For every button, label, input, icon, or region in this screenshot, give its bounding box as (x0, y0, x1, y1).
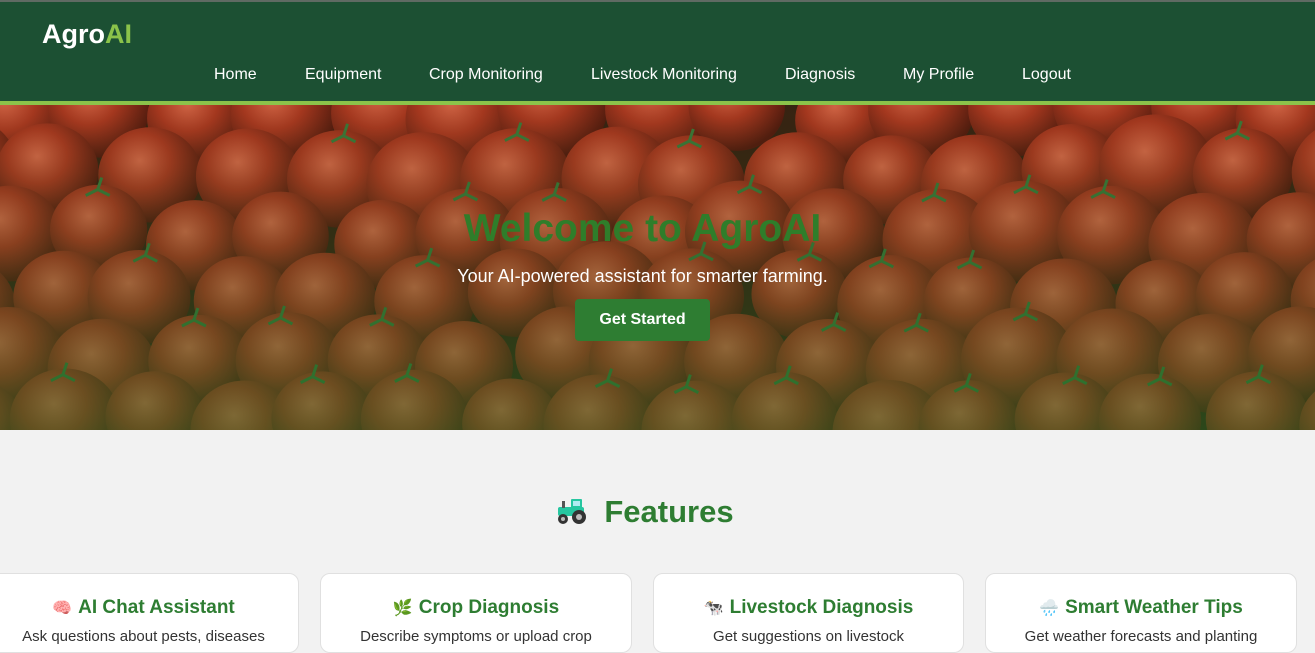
main-nav: Home Equipment Crop Monitoring Livestock… (0, 66, 1315, 88)
card-description: Get suggestions on livestock (713, 628, 904, 645)
nav-equipment[interactable]: Equipment (305, 66, 382, 84)
get-started-button[interactable]: Get Started (575, 299, 710, 341)
card-description: Describe symptoms or upload crop (360, 628, 592, 645)
feature-card-crop-diagnosis[interactable]: 🌿 Crop Diagnosis Describe symptoms or upl… (320, 573, 632, 653)
feature-card-weather-tips[interactable]: 🌧️ Smart Weather Tips Get weather forecas… (985, 573, 1297, 653)
site-logo[interactable]: AgroAI (42, 19, 132, 50)
card-title: 🌧️ Smart Weather Tips (986, 597, 1296, 619)
nav-livestock-monitoring[interactable]: Livestock Monitoring (591, 66, 737, 84)
cow-icon: 🐄 (703, 600, 724, 617)
card-description: Get weather forecasts and planting (1024, 628, 1258, 645)
rain-cloud-icon: 🌧️ (1039, 600, 1060, 617)
card-title: 🧠 AI Chat Assistant (0, 597, 298, 619)
hero-subtitle: Your AI-powered assistant for smarter fa… (457, 266, 828, 286)
card-title-text: Smart Weather Tips (1065, 597, 1243, 618)
card-title-text: Livestock Diagnosis (729, 597, 914, 618)
logo-accent-text: AI (105, 19, 132, 49)
feature-card-livestock-diagnosis[interactable]: 🐄 Livestock Diagnosis Get suggestions on … (653, 573, 964, 653)
nav-diagnosis[interactable]: Diagnosis (785, 66, 855, 84)
card-title-text: Crop Diagnosis (418, 597, 560, 618)
card-title-text: AI Chat Assistant (78, 597, 235, 618)
nav-crop-monitoring[interactable]: Crop Monitoring (429, 66, 543, 84)
card-title: 🐄 Livestock Diagnosis (654, 597, 963, 619)
nav-logout[interactable]: Logout (1022, 66, 1071, 84)
card-title: 🌿 Crop Diagnosis (321, 597, 631, 619)
tractor-icon (556, 495, 590, 533)
logo-primary-text: Agro (42, 19, 105, 49)
brain-icon: 🧠 (52, 600, 73, 617)
card-description: Ask questions about pests, diseases (22, 628, 265, 645)
site-header: AgroAI Home Equipment Crop Monitoring Li… (0, 2, 1315, 105)
nav-home[interactable]: Home (214, 66, 257, 84)
hero-banner: Welcome to AgroAI Your AI-powered assist… (0, 105, 1315, 430)
nav-my-profile[interactable]: My Profile (903, 66, 974, 84)
hero-title: Welcome to AgroAI (463, 207, 822, 250)
features-heading: Features (0, 494, 1290, 533)
feature-card-ai-chat[interactable]: 🧠 AI Chat Assistant Ask questions about p… (0, 573, 299, 653)
herb-icon: 🌿 (392, 600, 413, 617)
features-title-text: Features (604, 494, 734, 529)
